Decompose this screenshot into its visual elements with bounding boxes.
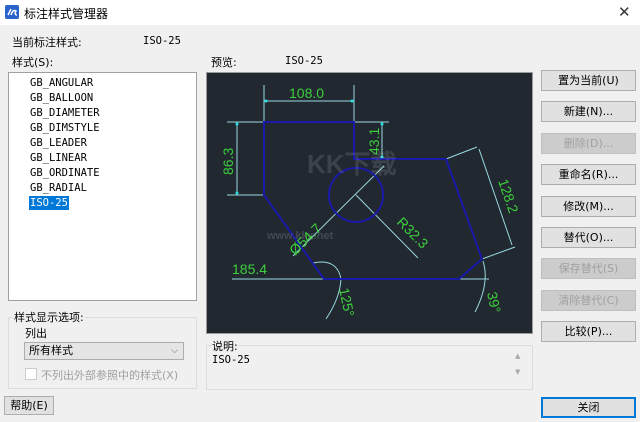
list-filter-value: 所有样式: [29, 344, 73, 357]
ext-line: [227, 85, 516, 280]
clear-override-button[interactable]: 清除替代(C): [541, 290, 636, 311]
new-button[interactable]: 新建(N)...: [541, 101, 636, 122]
dimension-preview-drawing: KK下载 www.kkx.net 108.0 86.3 43.1 128.2 Ø…: [220, 85, 522, 320]
app-icon: [5, 5, 19, 19]
exclude-xref-checkbox[interactable]: [25, 368, 37, 380]
preview-label: 预览:: [211, 56, 237, 69]
list-item[interactable]: GB_LINEAR: [29, 151, 88, 165]
close-button[interactable]: 关闭: [541, 397, 636, 418]
rename-button[interactable]: 重命名(R)...: [541, 164, 636, 185]
preview-canvas: KK下载 www.kkx.net 108.0 86.3 43.1 128.2 Ø…: [206, 72, 533, 334]
compare-button[interactable]: 比较(P)...: [541, 321, 636, 342]
list-item-selected[interactable]: ISO-25: [29, 196, 69, 210]
modify-button[interactable]: 修改(M)...: [541, 196, 636, 217]
dim-text: 185.4: [232, 261, 267, 277]
dim-text: 108.0: [289, 85, 324, 101]
preview-style-value: ISO-25: [285, 55, 323, 67]
styles-list[interactable]: GB_ANGULAR GB_BALLOON GB_DIAMETER GB_DIM…: [8, 72, 197, 301]
scroll-down-icon[interactable]: ▼: [515, 368, 520, 376]
list-item[interactable]: GB_ANGULAR: [29, 76, 94, 90]
description-label: 说明:: [212, 338, 238, 354]
current-style-label: 当前标注样式:: [12, 36, 82, 49]
list-item[interactable]: GB_DIMSTYLE: [29, 121, 101, 135]
close-icon[interactable]: ✕: [618, 3, 631, 21]
list-item[interactable]: GB_LEADER: [29, 136, 88, 150]
exclude-xref-label: 不列出外部参照中的样式(X): [41, 369, 179, 382]
chevron-down-icon: ⌵: [171, 346, 178, 356]
list-item[interactable]: GB_RADIAL: [29, 181, 88, 195]
list-item[interactable]: GB_DIAMETER: [29, 106, 101, 120]
delete-button[interactable]: 删除(D)...: [541, 133, 636, 154]
override-button[interactable]: 替代(O)...: [541, 227, 636, 248]
list-item[interactable]: GB_ORDINATE: [29, 166, 101, 180]
styles-label: 样式(S):: [12, 56, 54, 69]
description-text: ISO-25: [212, 354, 250, 366]
list-item[interactable]: GB_BALLOON: [29, 91, 94, 105]
current-style-value: ISO-25: [143, 35, 181, 47]
dim-text: 43.1: [366, 128, 382, 155]
description-group: [206, 345, 533, 390]
scroll-up-icon[interactable]: ▲: [515, 352, 520, 360]
dim-text: 86.3: [220, 148, 236, 175]
watermark: KK下载: [307, 149, 397, 179]
title-bar: 标注样式管理器 ✕: [0, 0, 640, 25]
save-override-button[interactable]: 保存替代(S): [541, 258, 636, 279]
set-current-button[interactable]: 置为当前(U): [541, 70, 636, 91]
window-title: 标注样式管理器: [24, 7, 109, 21]
dim-text: R32.3: [394, 214, 432, 252]
dim-text: 125°: [336, 286, 358, 318]
dim-text: 128.2: [495, 177, 522, 216]
list-label: 列出: [25, 327, 47, 340]
display-options-label: 样式显示选项:: [13, 309, 85, 325]
dim-text: 39°: [484, 290, 504, 314]
help-button[interactable]: 帮助(E): [4, 396, 54, 415]
list-filter-select[interactable]: 所有样式 ⌵: [24, 342, 184, 360]
